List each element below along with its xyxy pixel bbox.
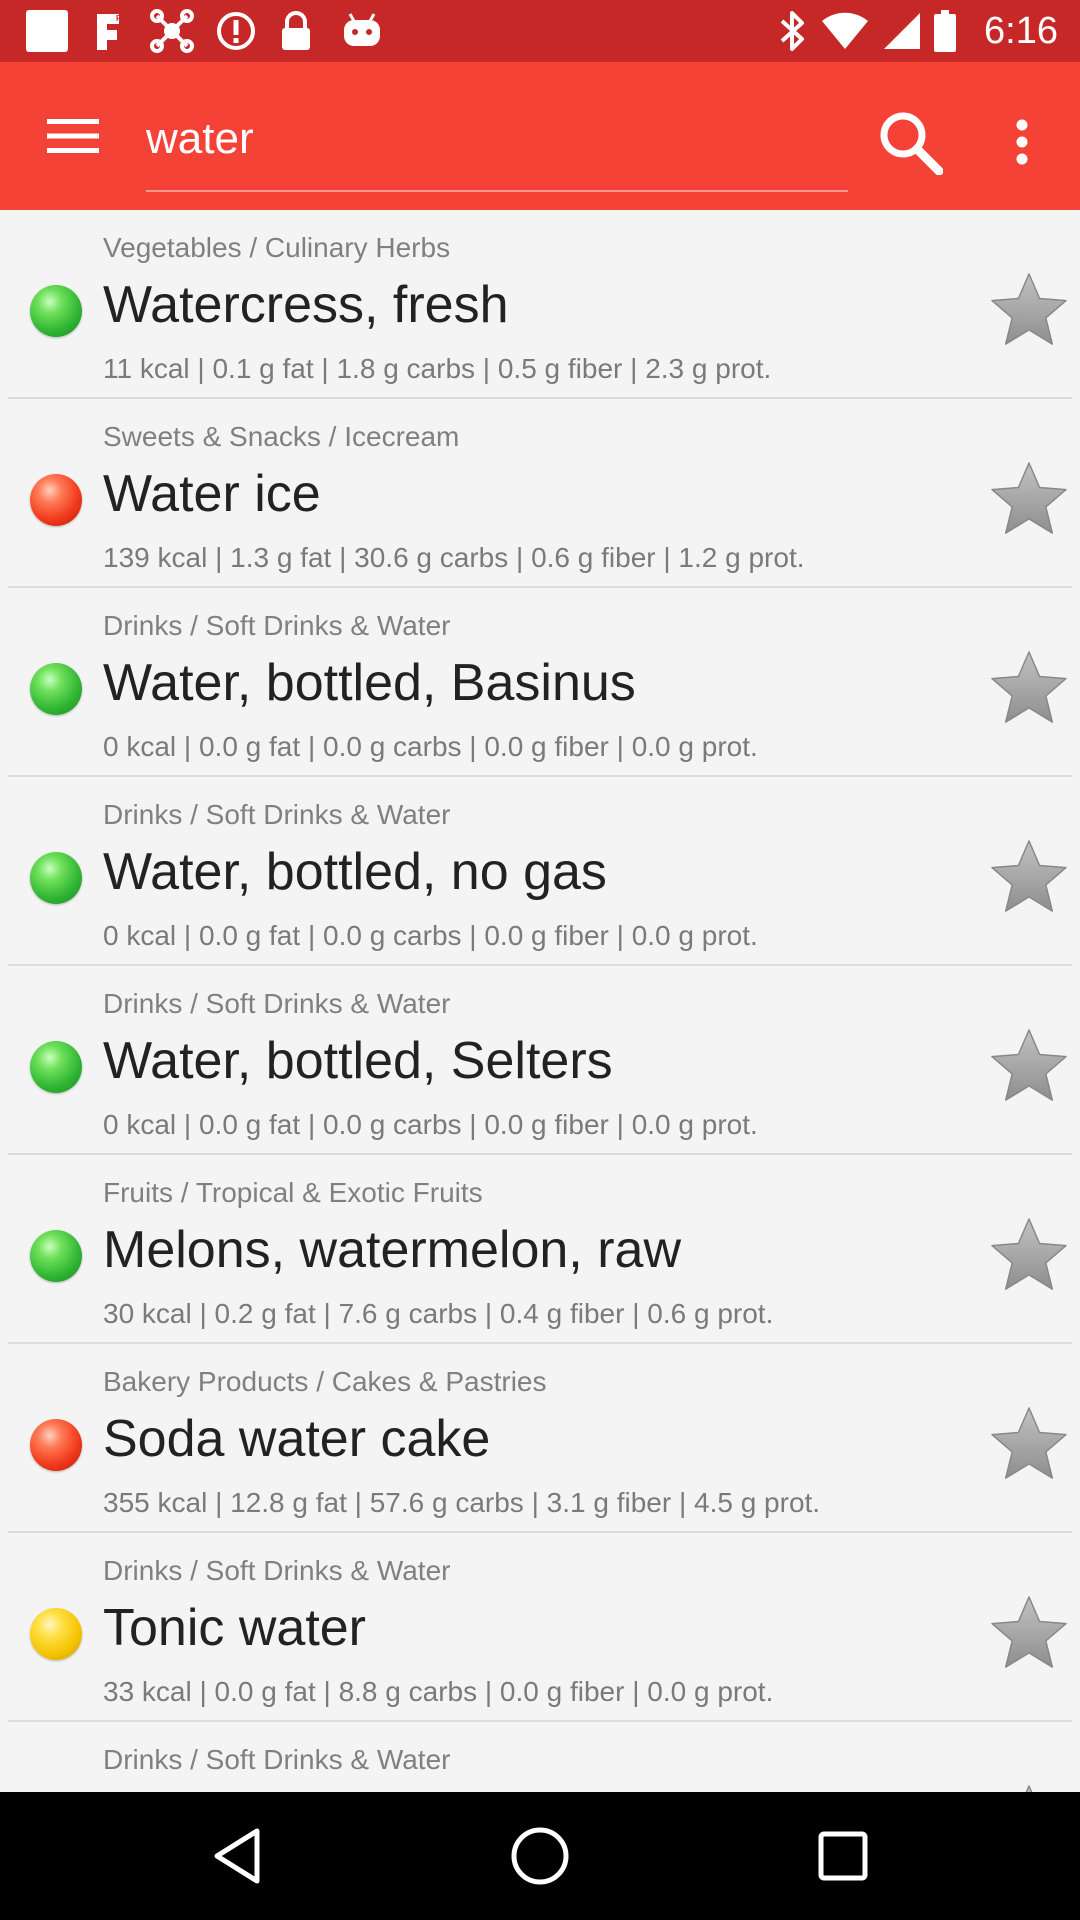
food-list-item[interactable]: Drinks / Soft Drinks & Water <box>0 1722 1080 1792</box>
food-nutrition: 355 kcal | 12.8 g fat | 57.6 g carbs | 3… <box>103 1487 821 1518</box>
drone-icon <box>148 0 196 62</box>
food-list-item[interactable]: Fruits / Tropical & Exotic Fruits Melons… <box>0 1155 1080 1344</box>
food-nutrition: 139 kcal | 1.3 g fat | 30.6 g carbs | 0.… <box>103 542 805 573</box>
hamburger-menu-icon[interactable] <box>37 106 109 166</box>
food-nutrition: 0 kcal | 0.0 g fat | 0.0 g carbs | 0.0 g… <box>103 1109 758 1140</box>
rating-dot-icon <box>30 1230 82 1282</box>
back-triangle-icon[interactable] <box>192 1816 282 1896</box>
favorite-star-icon[interactable] <box>985 646 1073 730</box>
food-list-item[interactable]: Bakery Products / Cakes & Pastries Soda … <box>0 1344 1080 1533</box>
food-category: Drinks / Soft Drinks & Water <box>103 1555 451 1586</box>
rating-dot-icon <box>30 474 82 526</box>
favorite-star-icon[interactable] <box>985 1024 1073 1108</box>
food-category: Bakery Products / Cakes & Pastries <box>103 1366 547 1397</box>
battery-icon <box>932 0 958 62</box>
food-nutrition: 0 kcal | 0.0 g fat | 0.0 g carbs | 0.0 g… <box>103 731 758 762</box>
food-name: Water, bottled, Basinus <box>103 654 636 712</box>
bluetooth-icon <box>774 0 810 62</box>
food-nutrition: 11 kcal | 0.1 g fat | 1.8 g carbs | 0.5 … <box>103 353 772 384</box>
status-bar: FAK <box>0 0 1080 62</box>
food-name: Soda water cake <box>103 1410 491 1468</box>
food-category: Drinks / Soft Drinks & Water <box>103 799 451 830</box>
recents-square-icon[interactable] <box>798 1816 888 1896</box>
rating-dot-icon <box>30 1419 82 1471</box>
favorite-star-icon[interactable] <box>985 268 1073 352</box>
food-list-item[interactable]: Drinks / Soft Drinks & Water Water, bott… <box>0 966 1080 1155</box>
signal-icon <box>880 0 924 62</box>
app-bar <box>0 62 1080 210</box>
favorite-star-icon[interactable] <box>985 1402 1073 1486</box>
rating-dot-icon <box>30 663 82 715</box>
food-category: Drinks / Soft Drinks & Water <box>103 610 451 641</box>
food-nutrition: 30 kcal | 0.2 g fat | 7.6 g carbs | 0.4 … <box>103 1298 774 1329</box>
search-field <box>146 88 848 192</box>
food-nutrition: 33 kcal | 0.0 g fat | 8.8 g carbs | 0.0 … <box>103 1676 774 1707</box>
rating-dot-icon <box>30 285 82 337</box>
navigation-bar <box>0 1792 1080 1920</box>
android-icon <box>338 0 386 62</box>
rating-dot-icon <box>30 1041 82 1093</box>
food-list-item[interactable]: Vegetables / Culinary Herbs Watercress, … <box>0 210 1080 399</box>
rating-dot-icon <box>30 1608 82 1660</box>
favorite-star-icon[interactable] <box>985 457 1073 541</box>
food-list-item[interactable]: Drinks / Soft Drinks & Water Tonic water… <box>0 1533 1080 1722</box>
food-nutrition: 0 kcal | 0.0 g fat | 0.0 g carbs | 0.0 g… <box>103 920 758 951</box>
rating-dot-icon <box>30 852 82 904</box>
more-vert-icon[interactable] <box>1000 100 1044 184</box>
search-icon[interactable] <box>868 100 952 184</box>
food-name: Water, bottled, Selters <box>103 1032 613 1090</box>
fake-gps-icon: FAK <box>86 0 132 62</box>
food-name: Water ice <box>103 465 321 523</box>
food-category: Vegetables / Culinary Herbs <box>103 232 451 263</box>
favorite-star-icon[interactable] <box>985 1780 1073 1792</box>
food-category: Drinks / Soft Drinks & Water <box>103 988 451 1019</box>
svg-text:FAK: FAK <box>116 14 129 23</box>
food-category: Sweets & Snacks / Icecream <box>103 421 460 452</box>
food-category: Drinks / Soft Drinks & Water <box>103 1744 451 1775</box>
lock-icon <box>276 0 316 62</box>
food-name: Water, bottled, no gas <box>103 843 607 901</box>
favorite-star-icon[interactable] <box>985 1213 1073 1297</box>
food-list-item[interactable]: Sweets & Snacks / Icecream Water ice 139… <box>0 399 1080 588</box>
food-name: Melons, watermelon, raw <box>103 1221 681 1279</box>
food-name: Watercress, fresh <box>103 276 509 334</box>
alert-icon <box>214 0 258 62</box>
food-name: Tonic water <box>103 1599 366 1657</box>
home-circle-icon[interactable] <box>495 1816 585 1896</box>
status-time: 6:16 <box>984 10 1058 52</box>
favorite-star-icon[interactable] <box>985 835 1073 919</box>
search-input[interactable] <box>146 102 848 176</box>
favorite-star-icon[interactable] <box>985 1591 1073 1675</box>
wifi-icon <box>820 0 870 62</box>
food-list-item[interactable]: Drinks / Soft Drinks & Water Water, bott… <box>0 777 1080 966</box>
food-list: Vegetables / Culinary Herbs Watercress, … <box>0 210 1080 1792</box>
square-icon <box>24 0 70 62</box>
food-list-item[interactable]: Drinks / Soft Drinks & Water Water, bott… <box>0 588 1080 777</box>
food-category: Fruits / Tropical & Exotic Fruits <box>103 1177 483 1208</box>
